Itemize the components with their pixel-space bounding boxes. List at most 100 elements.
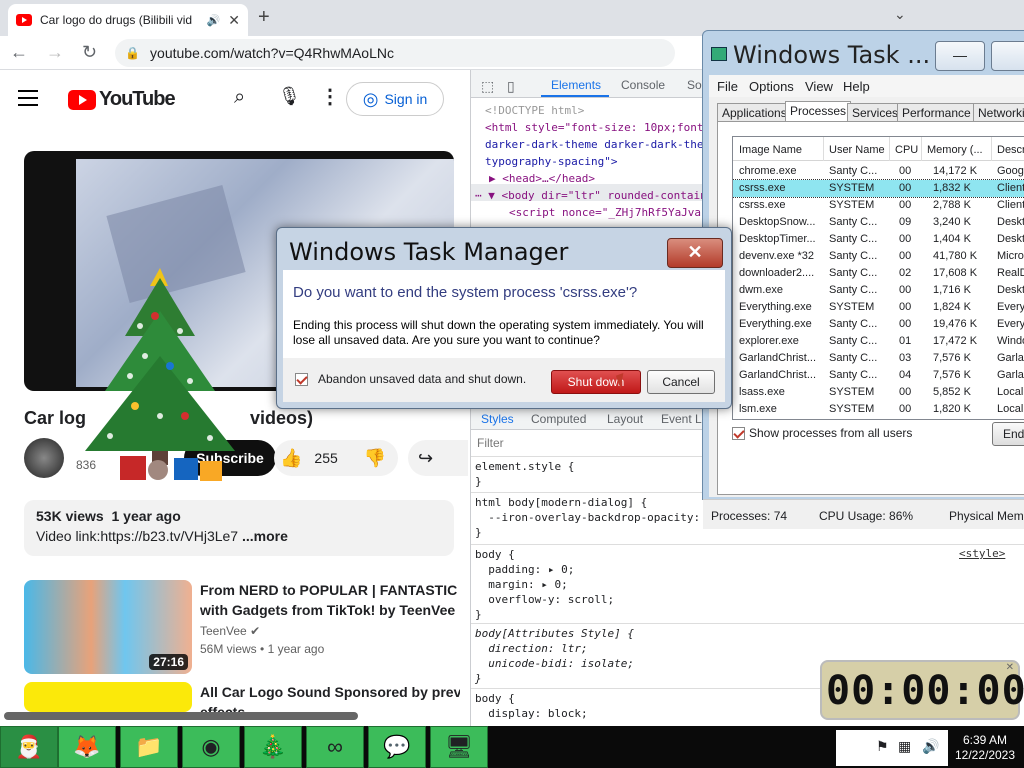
table-row[interactable]: downloader2.... Santy C... 02 17,608 K RealD <box>733 265 1024 282</box>
show-all-processes-checkbox[interactable]: Show processes from all users <box>732 426 912 440</box>
browser-tab[interactable]: Car logo do drugs (Bilibili vid 🔊 ✕ <box>8 4 248 36</box>
taskbar-task-manager[interactable]: 🖥 <box>430 726 488 768</box>
style-rule[interactable]: body { padding: ▸ 0; margin: ▸ 0; overfl… <box>475 547 1015 622</box>
channel-avatar[interactable] <box>24 438 64 478</box>
table-row[interactable]: dwm.exe Santy C... 00 1,716 K Deskt <box>733 282 1024 299</box>
table-row[interactable]: chrome.exe Santy C... 00 14,172 K Googl <box>733 163 1024 180</box>
minimize-button[interactable]: — <box>935 41 985 71</box>
sign-in-button[interactable]: ◎ Sign in <box>346 82 444 116</box>
tab-processes[interactable]: Processes <box>785 101 852 123</box>
horizontal-scrollbar[interactable] <box>4 712 358 720</box>
start-button[interactable]: 🎅 <box>0 726 58 768</box>
dom-line[interactable]: typography-spacing"> <box>485 153 617 170</box>
menu-file[interactable]: File <box>717 79 738 94</box>
address-bar[interactable]: 🔒 youtube.com/watch?v=Q4RhwMAoLNc <box>115 38 676 67</box>
table-row[interactable]: Everything.exe SYSTEM 00 1,824 K Every <box>733 299 1024 316</box>
video-thumbnail[interactable]: 27:16 <box>24 580 192 674</box>
share-button[interactable]: ↪ <box>408 440 468 476</box>
search-icon[interactable]: ⌕ <box>234 86 245 109</box>
table-row[interactable]: GarlandChrist... Santy C... 03 7,576 K Garla… <box>733 350 1024 367</box>
description-box[interactable]: 53K views 1 year ago Video link:https://… <box>24 500 454 556</box>
device-toggle-icon[interactable]: ▯ <box>507 78 515 95</box>
taskbar-chat[interactable]: 💬 <box>368 726 426 768</box>
table-row[interactable]: csrss.exe SYSTEM 00 2,788 K Client <box>733 197 1024 214</box>
tab-event-listeners[interactable]: Event Li <box>661 412 704 426</box>
tab-applications[interactable]: Applications <box>717 103 792 123</box>
desktop-timer-widget[interactable]: 00:00:00 ✕ <box>820 660 1024 720</box>
cancel-button[interactable]: Cancel <box>647 370 715 394</box>
abandon-data-checkbox[interactable]: Abandon unsaved data and shut down. <box>295 372 526 386</box>
column-header[interactable]: CPU <box>895 144 918 156</box>
dom-line[interactable]: ▶ <head>…</head> <box>489 170 595 187</box>
dom-line[interactable]: <script nonce="_ZHj7hRf5YaJva <box>509 204 701 221</box>
table-row[interactable]: DesktopSnow... Santy C... 09 3,240 K Deskt <box>733 214 1024 231</box>
menu-help[interactable]: Help <box>843 79 870 94</box>
more-vert-icon[interactable]: ⋮ <box>320 84 340 109</box>
cell-desc: Client <box>997 199 1024 211</box>
more-link[interactable]: ...more <box>242 528 288 544</box>
tab-computed[interactable]: Computed <box>531 412 586 426</box>
dom-line[interactable]: <!DOCTYPE html> <box>485 102 584 119</box>
back-icon[interactable]: ← <box>10 42 28 63</box>
table-row[interactable]: explorer.exe Santy C... 01 17,472 K Windo <box>733 333 1024 350</box>
video-thumbnail[interactable] <box>24 682 192 712</box>
close-icon[interactable]: ✕ <box>1006 662 1014 673</box>
dom-line[interactable]: ⋯ ▼ <body dir="ltr" rounded-contain <box>475 187 707 204</box>
speaker-icon[interactable]: 🔊 <box>207 14 221 27</box>
table-row[interactable]: devenv.exe *32 Santy C... 00 41,780 K Micros <box>733 248 1024 265</box>
tab-styles[interactable]: Styles <box>481 412 514 426</box>
menu-icon[interactable] <box>18 90 38 111</box>
shut-down-button[interactable]: Shut down <box>551 370 641 394</box>
maximize-button[interactable] <box>991 41 1024 71</box>
tab-layout[interactable]: Layout <box>607 412 643 426</box>
microphone-icon[interactable]: 🎙 <box>278 86 301 107</box>
chevron-down-icon[interactable]: ⌄ <box>894 6 906 23</box>
like-button[interactable]: 👍 255 👎 <box>274 440 398 476</box>
column-header[interactable]: User Name <box>829 144 885 156</box>
tab-performance[interactable]: Performance <box>897 103 976 123</box>
end-process-button[interactable]: End <box>992 422 1024 446</box>
channel-name[interactable]: TeenVee ✔ <box>200 624 260 638</box>
styles-filter-input[interactable]: Filter <box>477 436 504 450</box>
thumb-down-icon[interactable]: 👎 <box>364 448 386 469</box>
style-source-link[interactable]: <style> <box>959 547 1005 560</box>
task-manager-window: Windows Task ... — File Options View Hel… <box>702 30 1024 529</box>
flag-icon[interactable]: ⚑ <box>876 738 889 755</box>
reload-icon[interactable]: ↻ <box>82 42 97 63</box>
volume-icon[interactable]: 🔊 <box>922 738 939 755</box>
list-item[interactable]: 27:16 From NERD to POPULAR | FANTASTIC M… <box>24 580 460 676</box>
table-row[interactable]: csrss.exe SYSTEM 00 1,832 K Client <box>733 179 1024 198</box>
taskbar-firefox[interactable]: 🦊 <box>58 726 116 768</box>
tab-sources[interactable]: So <box>687 78 702 92</box>
close-tab-icon[interactable]: ✕ <box>228 12 240 29</box>
new-tab-button[interactable]: + <box>258 6 270 29</box>
table-row[interactable]: lsass.exe SYSTEM 00 5,852 K Local <box>733 384 1024 401</box>
tab-console[interactable]: Console <box>621 78 665 92</box>
forward-icon[interactable]: → <box>46 42 64 63</box>
table-row[interactable]: Everything.exe Santy C... 00 19,476 K Every <box>733 316 1024 333</box>
table-row[interactable]: GarlandChrist... Santy C... 04 7,576 K Garla… <box>733 367 1024 384</box>
close-icon[interactable]: ✕ <box>667 238 723 268</box>
inspect-icon[interactable]: ⬚ <box>481 78 494 95</box>
cell-desc: Local <box>997 386 1024 398</box>
table-row[interactable]: DesktopTimer... Santy C... 00 1,404 K Deskt <box>733 231 1024 248</box>
tab-networking[interactable]: Networkin <box>973 103 1024 123</box>
taskbar-tree[interactable]: 🎄 <box>244 726 302 768</box>
video-title[interactable]: From NERD to POPULAR | FANTASTIC Mwith G… <box>200 580 460 620</box>
column-header[interactable]: Image Name <box>739 144 802 156</box>
dom-line[interactable]: <html style="font-size: 10px;font <box>485 119 704 136</box>
taskbar-clock[interactable]: 6:39 AM 12/22/2023 <box>946 730 1024 766</box>
menu-view[interactable]: View <box>805 79 833 94</box>
network-icon[interactable]: ▦ <box>898 738 911 755</box>
taskbar-chrome[interactable]: ◉ <box>182 726 240 768</box>
column-header[interactable]: Memory (... <box>927 144 983 156</box>
tab-elements[interactable]: Elements <box>551 78 601 92</box>
column-header[interactable]: Descr <box>997 144 1024 156</box>
tab-services[interactable]: Services <box>847 103 904 123</box>
taskbar-visual-studio[interactable]: ∞ <box>306 726 364 768</box>
taskbar-explorer[interactable]: 📁 <box>120 726 178 768</box>
table-row[interactable]: lsm.exe SYSTEM 00 1,820 K Local <box>733 401 1024 418</box>
youtube-logo[interactable]: YouTube <box>68 88 176 111</box>
dom-line[interactable]: darker-dark-theme darker-dark-the <box>485 136 704 153</box>
menu-options[interactable]: Options <box>749 79 794 94</box>
